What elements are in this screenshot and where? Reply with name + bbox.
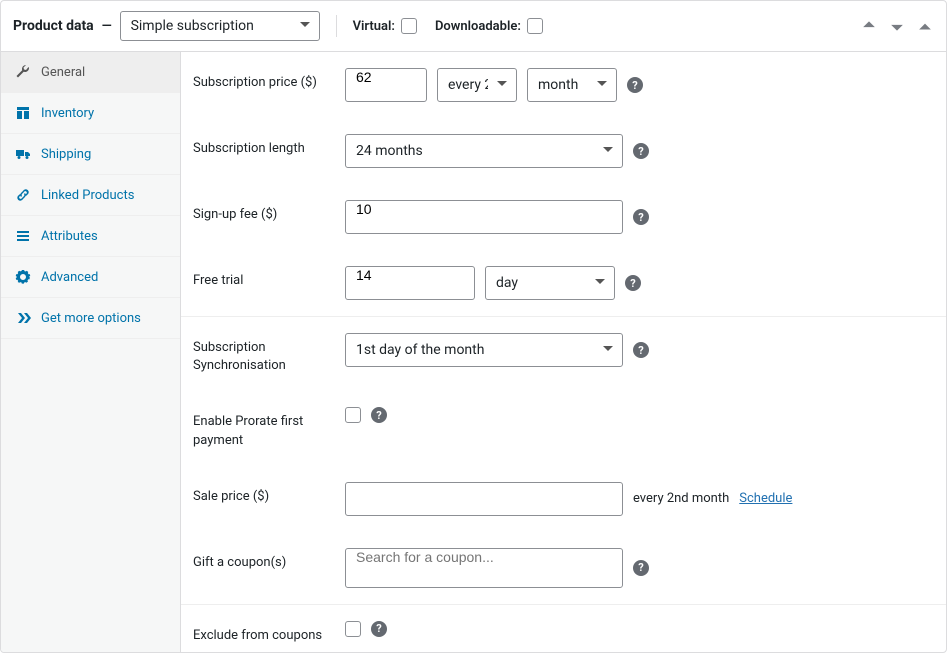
sidebar: General Inventory Shipping Linked Produc…: [1, 52, 181, 652]
help-icon[interactable]: ?: [371, 621, 387, 637]
sale-price-input[interactable]: [345, 482, 623, 516]
subscription-length-value: 24 months: [356, 143, 423, 159]
sidebar-item-shipping[interactable]: Shipping: [1, 134, 180, 175]
chevron-down-icon: [299, 18, 311, 34]
subscription-period-value: month: [538, 77, 578, 93]
sidebar-item-label: General: [41, 65, 85, 80]
panel-header: Product data — Simple subscription Virtu…: [1, 1, 946, 52]
virtual-toggle[interactable]: Virtual:: [353, 18, 417, 34]
sidebar-item-inventory[interactable]: Inventory: [1, 93, 180, 134]
subscription-price-label: Subscription price ($): [193, 68, 333, 92]
exclude-coupons-checkbox[interactable]: [345, 621, 361, 637]
chevron-down-icon: [596, 77, 608, 93]
sidebar-item-attributes[interactable]: Attributes: [1, 216, 180, 257]
virtual-checkbox[interactable]: [401, 18, 417, 34]
more-icon: [15, 310, 31, 326]
free-trial-period-value: day: [496, 275, 518, 291]
sidebar-item-label: Attributes: [41, 229, 98, 244]
wrench-icon: [15, 64, 31, 80]
free-trial-label: Free trial: [193, 266, 333, 290]
inventory-icon: [15, 105, 31, 121]
help-icon[interactable]: ?: [633, 143, 649, 159]
chevron-down-icon: [602, 143, 614, 159]
row-exclude-coupons: Exclude from coupons ?: [181, 604, 946, 651]
row-gift-coupon: Gift a coupon(s) ?: [181, 532, 946, 604]
product-data-panel: Product data — Simple subscription Virtu…: [0, 0, 947, 653]
sale-price-label: Sale price ($): [193, 482, 333, 506]
sidebar-item-get-more[interactable]: Get more options: [1, 298, 180, 339]
subscription-interval-value: every 2nd: [448, 77, 488, 93]
help-icon[interactable]: ?: [371, 407, 387, 423]
sidebar-item-label: Get more options: [41, 311, 141, 326]
exclude-coupons-label: Exclude from coupons: [193, 621, 333, 645]
product-type-value: Simple subscription: [131, 18, 254, 34]
move-down-icon[interactable]: [888, 17, 906, 35]
help-icon[interactable]: ?: [633, 209, 649, 225]
prorate-checkbox[interactable]: [345, 407, 361, 423]
gear-icon: [15, 269, 31, 285]
row-sale-price: Sale price ($) every 2nd month Schedule: [181, 466, 946, 532]
help-icon[interactable]: ?: [633, 560, 649, 576]
sync-value: 1st day of the month: [356, 342, 484, 358]
chevron-down-icon: [594, 275, 606, 291]
subscription-period-select[interactable]: month: [527, 68, 617, 102]
attributes-icon: [15, 228, 31, 244]
downloadable-toggle[interactable]: Downloadable:: [435, 18, 543, 34]
sync-select[interactable]: 1st day of the month: [345, 333, 623, 367]
subscription-interval-select[interactable]: every 2nd: [437, 68, 517, 102]
gift-coupon-input[interactable]: [345, 548, 623, 588]
divider: [336, 15, 337, 37]
panel-header-actions: [860, 17, 934, 35]
sidebar-item-label: Inventory: [41, 106, 94, 121]
free-trial-period-select[interactable]: day: [485, 266, 615, 300]
signup-fee-input[interactable]: [345, 200, 623, 234]
schedule-link[interactable]: Schedule: [739, 491, 792, 506]
row-subscription-price: Subscription price ($) every 2nd month ?: [181, 52, 946, 118]
product-type-select[interactable]: Simple subscription: [120, 11, 320, 41]
content-area: Subscription price ($) every 2nd month ?…: [181, 52, 946, 652]
row-free-trial: Free trial day ?: [181, 250, 946, 316]
sale-price-period: every 2nd month: [633, 491, 729, 506]
subscription-length-select[interactable]: 24 months: [345, 134, 623, 168]
gift-coupon-label: Gift a coupon(s): [193, 548, 333, 572]
virtual-label: Virtual:: [353, 19, 395, 34]
collapse-icon[interactable]: [916, 17, 934, 35]
sidebar-item-label: Advanced: [41, 270, 98, 285]
signup-fee-label: Sign-up fee ($): [193, 200, 333, 224]
move-up-icon[interactable]: [860, 17, 878, 35]
sidebar-item-advanced[interactable]: Advanced: [1, 257, 180, 298]
row-signup-fee: Sign-up fee ($) ?: [181, 184, 946, 250]
panel-title: Product data: [13, 18, 94, 34]
panel-body: General Inventory Shipping Linked Produc…: [1, 52, 946, 652]
sidebar-item-general[interactable]: General: [1, 52, 180, 93]
downloadable-label: Downloadable:: [435, 19, 521, 34]
row-sync: Subscription Synchronisation 1st day of …: [181, 316, 946, 391]
panel-title-dash: —: [102, 19, 112, 34]
chevron-down-icon: [496, 77, 508, 93]
truck-icon: [15, 146, 31, 162]
subscription-price-input[interactable]: [345, 68, 427, 102]
sidebar-item-label: Shipping: [41, 147, 91, 162]
subscription-length-label: Subscription length: [193, 134, 333, 158]
help-icon[interactable]: ?: [627, 77, 643, 93]
downloadable-checkbox[interactable]: [527, 18, 543, 34]
row-subscription-length: Subscription length 24 months ?: [181, 118, 946, 184]
link-icon: [15, 187, 31, 203]
sync-label: Subscription Synchronisation: [193, 333, 333, 375]
sidebar-item-label: Linked Products: [41, 188, 134, 203]
free-trial-input[interactable]: [345, 266, 475, 300]
sidebar-item-linked-products[interactable]: Linked Products: [1, 175, 180, 216]
row-prorate: Enable Prorate first payment ?: [181, 391, 946, 465]
help-icon[interactable]: ?: [633, 342, 649, 358]
prorate-label: Enable Prorate first payment: [193, 407, 333, 449]
help-icon[interactable]: ?: [625, 275, 641, 291]
row-exclude-store-credit: Exclude from store credit ?: [181, 651, 946, 652]
chevron-down-icon: [602, 342, 614, 358]
